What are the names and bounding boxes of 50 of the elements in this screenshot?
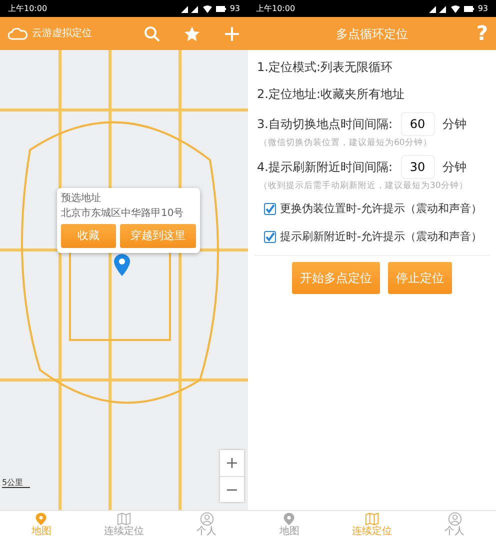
checkbox-label: 更换伪装位置时-允许提示（震动和声音） [280, 200, 482, 216]
setting-hint: （收到提示后需手动刷新附近，建议最短为30分钟） [259, 180, 469, 192]
checkbox[interactable] [264, 231, 276, 244]
plus-icon[interactable] [224, 26, 240, 42]
screen-title: 多点循环定位 [336, 26, 408, 42]
scale-bar: 5公里 [2, 478, 30, 488]
popup-button[interactable]: 穿越到这里 [120, 224, 196, 248]
help-button[interactable]: ? [476, 19, 488, 47]
stop-button[interactable]: 停止定位 [388, 262, 452, 294]
nav-tab[interactable]: 连续定位 [330, 511, 414, 539]
wifi-icon [450, 4, 460, 12]
search-icon[interactable] [144, 26, 160, 42]
popup-button[interactable]: 收藏 [61, 224, 116, 248]
checkbox-label: 提示刷新附近时-允许提示（震动和声音） [280, 229, 482, 245]
number-field[interactable]: 60 [400, 112, 434, 136]
star-icon[interactable] [184, 26, 200, 42]
nav-tab[interactable]: 地图 [0, 511, 83, 539]
nav-tab[interactable]: 个人 [165, 511, 248, 539]
number-field[interactable]: 30 [400, 154, 434, 179]
unit-label: 分钟 [442, 116, 466, 133]
checkbox[interactable] [264, 202, 276, 215]
app-title: 云游虚拟定位 [32, 26, 92, 41]
setting-label: 4.提示刷新附近时间间隔: [257, 158, 392, 176]
status-time: 上午10:00 [256, 2, 296, 14]
popup-address: 北京市东城区中华路甲10号 [61, 206, 185, 221]
start-button[interactable]: 开始多点定位 [292, 262, 380, 294]
battery-icon [216, 6, 226, 12]
setting-text: 2.定位地址:收藏夹所有地址 [257, 86, 406, 103]
setting-hint: （微信切换伪装位置，建议最短为60分钟） [259, 137, 433, 150]
battery-level: 93 [478, 2, 488, 14]
battery-icon [464, 6, 474, 12]
zoom-in-button[interactable]: + [220, 450, 244, 476]
nav-tab[interactable]: 个人 [413, 511, 496, 539]
setting-text: 1.定位模式:列表无限循环 [257, 59, 394, 76]
cloud-icon [8, 28, 28, 40]
status-time: 上午10:00 [8, 2, 48, 14]
popup-title: 预选地址 [61, 192, 102, 206]
map-icon [117, 512, 131, 526]
zoom-out-button[interactable]: − [220, 476, 244, 502]
unit-label: 分钟 [442, 158, 466, 176]
person-icon [200, 512, 214, 526]
setting-label: 3.自动切换地点时间间隔: [257, 116, 392, 133]
map-icon [365, 512, 379, 526]
signal-icon [428, 4, 447, 12]
battery-level: 93 [230, 2, 240, 14]
wifi-icon [202, 4, 212, 12]
nav-tab[interactable]: 地图 [248, 511, 331, 539]
person-icon [448, 512, 462, 526]
signal-icon [180, 4, 199, 12]
nav-tab[interactable]: 连续定位 [82, 511, 166, 539]
